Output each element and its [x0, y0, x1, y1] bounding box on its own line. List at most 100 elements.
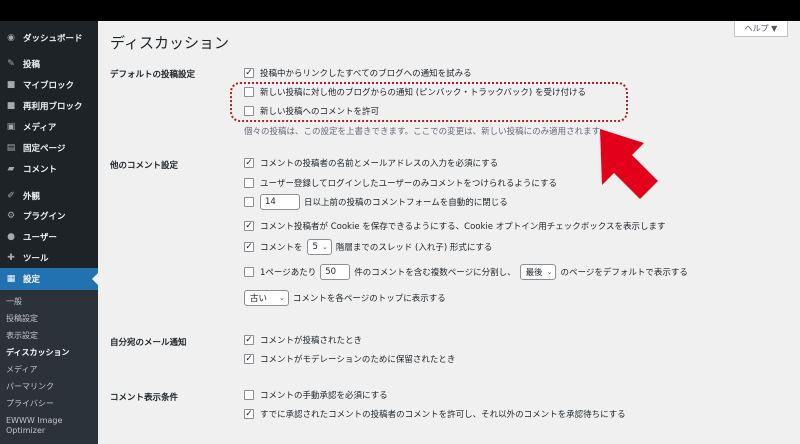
paginate-prefix: 1ページあたり — [260, 268, 317, 278]
checkbox-previously-approved[interactable] — [244, 409, 254, 419]
menu-media[interactable]: ▣ メディア — [0, 116, 98, 138]
top-black-bar — [0, 0, 800, 21]
menu-dashboard[interactable]: ◉ ダッシュボード — [0, 27, 98, 49]
dashboard-icon: ◉ — [7, 33, 15, 43]
menu-tools[interactable]: ✚ ツール — [0, 247, 98, 269]
option-cookies[interactable]: コメント投稿者が Cookie を保存できるようにする、Cookie オプトイン… — [244, 219, 665, 233]
block-icon: ■ — [6, 101, 16, 111]
submenu-ewww-line1: EWWW Image — [6, 416, 63, 425]
submenu-ewww[interactable]: EWWW Image Optimizer — [6, 416, 62, 436]
option-require-name-email[interactable]: コメントの投稿者の名前とメールアドレスの入力を必須にする — [244, 156, 498, 170]
wrench-icon: ✚ — [7, 253, 15, 263]
submenu-permalinks[interactable]: パーマリンク — [6, 382, 54, 392]
option-registered-only[interactable]: ユーザー登録してログインしたユーザーのみコメントをつけられるようにする — [244, 176, 557, 190]
settings-icon: ▦ — [6, 274, 16, 284]
comment-order-suffix: コメントを各ページのトップに表示する — [292, 294, 446, 304]
option-comment-order[interactable]: 古い ⌄ コメントを各ページのトップに表示する — [244, 290, 446, 306]
submenu-writing[interactable]: 投稿設定 — [6, 314, 38, 324]
user-icon: ● — [7, 232, 15, 242]
section-default-post-label: デフォルトの投稿設定 — [110, 70, 196, 80]
menu-my-blocks[interactable]: ■ マイブロック — [0, 74, 98, 96]
option-email-moderation-label: コメントがモデレーションのために保留されたとき — [260, 355, 456, 365]
option-require-name-email-label: コメントの投稿者の名前とメールアドレスの入力を必須にする — [260, 159, 499, 169]
checkbox-cookies[interactable] — [244, 221, 254, 231]
menu-plugins[interactable]: ⚙ プラグイン — [0, 205, 98, 227]
option-thread-comments[interactable]: コメントを5⌄階層までのスレッド (入れ子) 形式にする — [244, 239, 493, 255]
checkbox-paginate[interactable] — [244, 267, 254, 277]
checkbox-thread-comments[interactable] — [244, 242, 254, 252]
highlight-dotted-box — [230, 82, 628, 122]
menu-comments[interactable]: ▰ コメント — [0, 158, 98, 180]
checkbox-attempt-notify[interactable] — [244, 68, 254, 78]
submenu-privacy[interactable]: プライバシー — [6, 399, 54, 409]
thread-depth-value: 5 — [312, 242, 318, 252]
brush-icon: ✐ — [7, 191, 15, 201]
option-previously-approved[interactable]: すでに承認されたコメントの投稿者のコメントを許可し、それ以外のコメントを承認待ち… — [244, 407, 626, 421]
option-attempt-notify[interactable]: 投稿中からリンクしたすべてのブログへの通知を試みる — [244, 66, 472, 80]
thread-prefix: コメントを — [260, 243, 303, 253]
submenu-discussion[interactable]: ディスカッション — [6, 348, 69, 358]
main-content: ヘルプ ▼ ディスカッション デフォルトの投稿設定 投稿中からリンクしたすべての… — [98, 21, 800, 444]
default-post-description: 個々の投稿は、この設定を上書きできます。ここでの変更は、新しい投稿にのみ適用され… — [244, 127, 608, 137]
submenu-media[interactable]: メディア — [6, 365, 37, 375]
option-paginate[interactable]: 1ページあたり 50 件のコメントを含む複数ページに分割し、 最後 ⌄ のページをデフォル… — [244, 264, 688, 280]
settings-submenu: 一般 投稿設定 表示設定 ディスカッション メディア パーマリンク プライバシー… — [0, 290, 98, 444]
option-close-comments[interactable]: 14 日以上前の投稿のコメントフォームを自動的に閉じる — [244, 194, 508, 210]
option-previously-approved-label: すでに承認されたコメントの投稿者のコメントを許可し、それ以外のコメントを承認待ち… — [260, 410, 626, 420]
menu-pages-label: 固定ページ — [23, 144, 66, 154]
menu-dashboard-label: ダッシュボード — [23, 34, 83, 44]
chevron-down-icon: ⌄ — [321, 243, 328, 251]
submenu-reading[interactable]: 表示設定 — [6, 331, 38, 341]
option-manual-approval-label: コメントの手動承認を必須にする — [260, 391, 388, 401]
paginate-mid: 件のコメントを含む複数ページに分割し、 — [354, 268, 516, 278]
chevron-down-icon: ⌄ — [279, 294, 285, 302]
option-manual-approval[interactable]: コメントの手動承認を必須にする — [244, 388, 388, 402]
checkbox-email-moderation[interactable] — [244, 354, 254, 364]
pin-icon: ✎ — [7, 59, 15, 69]
menu-posts-label: 投稿 — [23, 60, 41, 70]
option-close-comments-label: 日以上前の投稿のコメントフォームを自動的に閉じる — [304, 198, 508, 208]
comment-order-value: 古い — [250, 294, 268, 304]
thread-suffix: 階層までのスレッド (入れ子) 形式にする — [335, 243, 493, 253]
menu-tools-label: ツール — [23, 254, 49, 264]
checkbox-email-posted[interactable] — [244, 335, 254, 345]
comment-icon: ▰ — [7, 164, 15, 174]
per-page-input[interactable]: 50 — [320, 264, 351, 280]
default-page-select[interactable]: 最後 ⌄ — [519, 264, 557, 280]
checkbox-require-name-email[interactable] — [244, 158, 254, 168]
menu-users[interactable]: ● ユーザー — [0, 226, 98, 248]
menu-users-label: ユーザー — [23, 233, 57, 243]
option-cookies-label: コメント投稿者が Cookie を保存できるようにする、Cookie オプトイン… — [260, 222, 666, 232]
option-email-posted[interactable]: コメントが投稿されたとき — [244, 333, 362, 347]
menu-pages[interactable]: ▤ 固定ページ — [0, 137, 98, 159]
pointer-arrow-icon — [600, 129, 658, 199]
close-days-input[interactable]: 14 — [260, 194, 300, 210]
submenu-general[interactable]: 一般 — [6, 297, 22, 307]
menu-settings[interactable]: ▦ 設定 — [0, 268, 98, 290]
option-email-moderation[interactable]: コメントがモデレーションのために保留されたとき — [244, 352, 455, 366]
thread-depth-select[interactable]: 5 ⌄ — [306, 239, 332, 255]
checkbox-close-comments[interactable] — [244, 197, 254, 207]
option-attempt-notify-label: 投稿中からリンクしたすべてのブログへの通知を試みる — [260, 69, 472, 79]
checkbox-registered-only[interactable] — [244, 178, 254, 188]
submenu-ewww-line2: Optimizer — [6, 426, 46, 435]
menu-posts[interactable]: ✎ 投稿 — [0, 53, 98, 75]
menu-comments-label: コメント — [23, 165, 58, 175]
media-icon: ▣ — [6, 122, 16, 132]
menu-reusable-blocks-label: 再利用ブロック — [23, 102, 83, 112]
menu-appearance[interactable]: ✐ 外観 — [0, 185, 98, 207]
paginate-suffix: のページをデフォルトで表示する — [560, 268, 688, 278]
menu-reusable-blocks[interactable]: ■ 再利用ブロック — [0, 95, 98, 117]
comment-order-select[interactable]: 古い ⌄ — [244, 290, 289, 306]
page-title: ディスカッション — [110, 34, 229, 52]
menu-settings-label: 設定 — [23, 275, 41, 285]
default-page-value: 最後 — [525, 268, 543, 278]
option-registered-only-label: ユーザー登録してログインしたユーザーのみコメントをつけられるようにする — [260, 179, 557, 189]
checkbox-manual-approval[interactable] — [244, 390, 254, 400]
section-before-comment-label: コメント表示条件 — [110, 393, 179, 403]
menu-plugins-label: プラグイン — [23, 212, 66, 222]
option-email-posted-label: コメントが投稿されたとき — [260, 336, 363, 346]
block-icon: ■ — [6, 80, 16, 90]
menu-appearance-label: 外観 — [23, 192, 41, 202]
help-button[interactable]: ヘルプ ▼ — [734, 21, 788, 37]
